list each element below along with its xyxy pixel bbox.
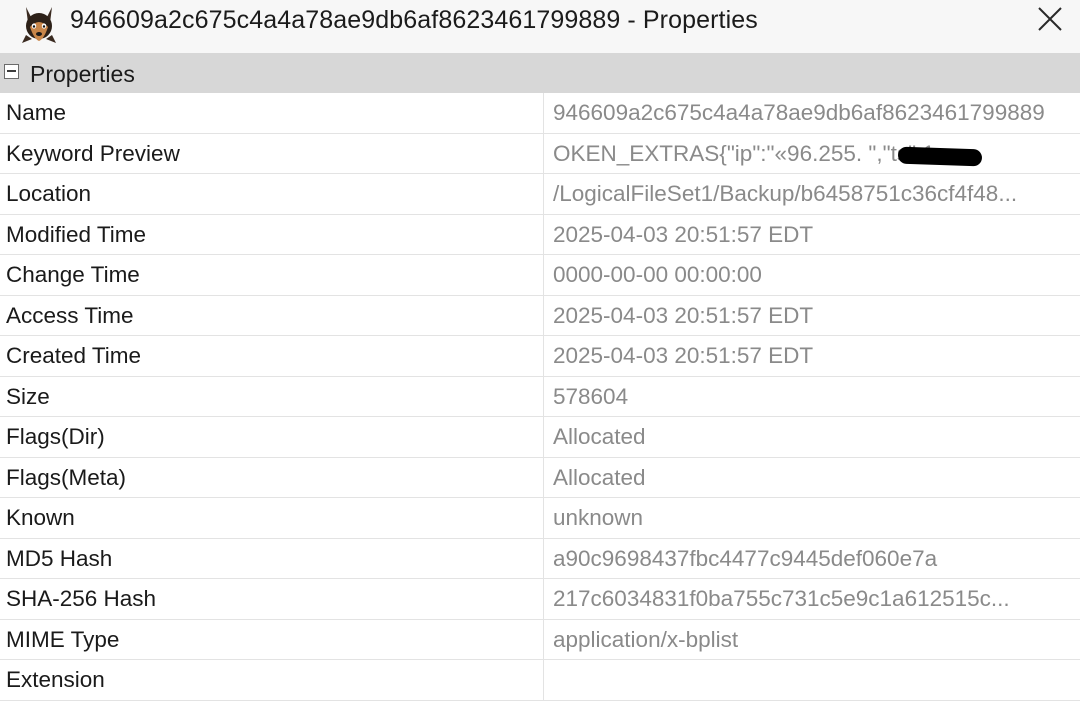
property-value[interactable]: /LogicalFileSet1/Backup/b6458751c36cf4f4… [553, 174, 1080, 214]
property-name: Change Time [0, 255, 544, 295]
title-bar[interactable]: 946609a2c675c4a4a78ae9db6af8623461799889… [0, 0, 1080, 53]
property-grid: Name 946609a2c675c4a4a78ae9db6af86234617… [0, 93, 1080, 701]
property-value[interactable]: 2025-04-03 20:51:57 EDT [553, 336, 1080, 376]
property-value[interactable]: 0000-00-00 00:00:00 [553, 255, 1080, 295]
property-name: Keyword Preview [0, 133, 544, 173]
property-name: Flags(Dir) [0, 417, 544, 457]
section-title: Properties [30, 61, 135, 87]
property-row[interactable]: SHA-256 Hash 217c6034831f0ba755c731c5e9c… [0, 579, 1080, 620]
property-row[interactable]: Modified Time 2025-04-03 20:51:57 EDT [0, 214, 1080, 255]
property-row[interactable]: Change Time 0000-00-00 00:00:00 [0, 255, 1080, 296]
property-value[interactable]: 217c6034831f0ba755c731c5e9c1a612515c... [553, 579, 1080, 619]
property-name: MIME Type [0, 619, 544, 659]
property-name: Modified Time [0, 214, 544, 254]
property-name: Extension [0, 660, 544, 700]
property-row[interactable]: Flags(Meta) Allocated [0, 457, 1080, 498]
property-value[interactable]: a90c9698437fbc4477c9445def060e7a [553, 539, 1080, 579]
property-value[interactable]: 578604 [553, 377, 1080, 417]
property-value[interactable]: application/x-bplist [553, 620, 1080, 660]
property-row[interactable]: Location /LogicalFileSet1/Backup/b645875… [0, 174, 1080, 215]
property-value[interactable]: 2025-04-03 20:51:57 EDT [553, 215, 1080, 255]
property-row[interactable]: Name 946609a2c675c4a4a78ae9db6af86234617… [0, 93, 1080, 134]
property-row[interactable]: Extension [0, 660, 1080, 701]
property-name: Location [0, 174, 544, 214]
property-row[interactable]: Created Time 2025-04-03 20:51:57 EDT [0, 336, 1080, 377]
property-row[interactable]: Known unknown [0, 498, 1080, 539]
collapse-minus-icon[interactable] [4, 64, 19, 79]
property-name: Known [0, 498, 544, 538]
property-row[interactable]: MD5 Hash a90c9698437fbc4477c9445def060e7… [0, 538, 1080, 579]
property-value[interactable]: OKEN_EXTRAS{"ip":"«96.255. ","ts":1... [553, 134, 1080, 174]
property-name: Created Time [0, 336, 544, 376]
property-name: Flags(Meta) [0, 457, 544, 497]
window-title: 946609a2c675c4a4a78ae9db6af8623461799889… [70, 6, 758, 34]
property-value[interactable] [553, 660, 1080, 700]
close-icon [1038, 7, 1062, 31]
redaction-mark [897, 146, 983, 167]
autopsy-dog-icon [22, 7, 56, 43]
property-name: Access Time [0, 295, 544, 335]
property-value[interactable]: unknown [553, 498, 1080, 538]
close-button[interactable] [1030, 2, 1070, 36]
property-row[interactable]: Flags(Dir) Allocated [0, 417, 1080, 458]
property-name: Size [0, 376, 544, 416]
property-name: Name [0, 93, 544, 133]
property-name: MD5 Hash [0, 538, 544, 578]
property-value[interactable]: Allocated [553, 417, 1080, 457]
property-row[interactable]: MIME Type application/x-bplist [0, 619, 1080, 660]
property-value[interactable]: 2025-04-03 20:51:57 EDT [553, 296, 1080, 336]
property-name: SHA-256 Hash [0, 579, 544, 619]
properties-window: 946609a2c675c4a4a78ae9db6af8623461799889… [0, 0, 1080, 704]
property-row[interactable]: Access Time 2025-04-03 20:51:57 EDT [0, 295, 1080, 336]
property-value[interactable]: 946609a2c675c4a4a78ae9db6af8623461799889 [553, 93, 1080, 133]
properties-section-header[interactable]: Properties [0, 53, 1080, 93]
property-row[interactable]: Size 578604 [0, 376, 1080, 417]
property-value[interactable]: Allocated [553, 458, 1080, 498]
